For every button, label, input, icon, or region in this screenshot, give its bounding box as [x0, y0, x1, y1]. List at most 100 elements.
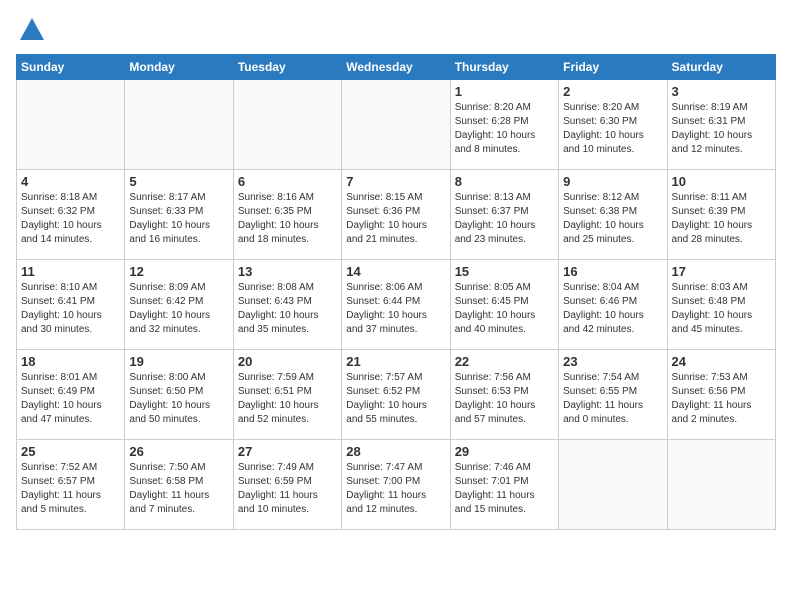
calendar-cell: 28 Sunrise: 7:47 AM Sunset: 7:00 PM Dayli…: [342, 440, 450, 530]
calendar-cell: 26 Sunrise: 7:50 AM Sunset: 6:58 PM Dayli…: [125, 440, 233, 530]
day-number: 3: [672, 84, 771, 99]
week-row-3: 18 Sunrise: 8:01 AM Sunset: 6:49 PM Dayli…: [17, 350, 776, 440]
day-number: 11: [21, 264, 120, 279]
calendar-table: SundayMondayTuesdayWednesdayThursdayFrid…: [16, 54, 776, 530]
day-number: 24: [672, 354, 771, 369]
day-number: 2: [563, 84, 662, 99]
week-row-0: 1 Sunrise: 8:20 AM Sunset: 6:28 PM Daylig…: [17, 80, 776, 170]
header: [16, 16, 776, 44]
day-number: 19: [129, 354, 228, 369]
day-number: 28: [346, 444, 445, 459]
day-info: Sunrise: 8:00 AM Sunset: 6:50 PM Dayligh…: [129, 371, 228, 427]
day-number: 15: [455, 264, 554, 279]
day-number: 7: [346, 174, 445, 189]
day-info: Sunrise: 7:47 AM Sunset: 7:00 PM Dayligh…: [346, 461, 445, 517]
calendar-cell: 24 Sunrise: 7:53 AM Sunset: 6:56 PM Dayli…: [667, 350, 775, 440]
day-info: Sunrise: 8:09 AM Sunset: 6:42 PM Dayligh…: [129, 281, 228, 337]
calendar-cell: [17, 80, 125, 170]
day-number: 17: [672, 264, 771, 279]
day-info: Sunrise: 8:03 AM Sunset: 6:48 PM Dayligh…: [672, 281, 771, 337]
day-info: Sunrise: 8:20 AM Sunset: 6:30 PM Dayligh…: [563, 101, 662, 157]
day-number: 26: [129, 444, 228, 459]
week-row-1: 4 Sunrise: 8:18 AM Sunset: 6:32 PM Daylig…: [17, 170, 776, 260]
day-number: 10: [672, 174, 771, 189]
day-info: Sunrise: 8:20 AM Sunset: 6:28 PM Dayligh…: [455, 101, 554, 157]
day-info: Sunrise: 8:16 AM Sunset: 6:35 PM Dayligh…: [238, 191, 337, 247]
day-number: 22: [455, 354, 554, 369]
day-number: 18: [21, 354, 120, 369]
day-number: 12: [129, 264, 228, 279]
calendar-cell: 29 Sunrise: 7:46 AM Sunset: 7:01 PM Dayli…: [450, 440, 558, 530]
calendar-cell: 20 Sunrise: 7:59 AM Sunset: 6:51 PM Dayli…: [233, 350, 341, 440]
day-info: Sunrise: 7:56 AM Sunset: 6:53 PM Dayligh…: [455, 371, 554, 427]
day-info: Sunrise: 8:13 AM Sunset: 6:37 PM Dayligh…: [455, 191, 554, 247]
calendar-cell: 13Sunrise: 8:08 AM Sunset: 6:43 PM Dayli…: [233, 260, 341, 350]
day-number: 14: [346, 264, 445, 279]
weekday-header-friday: Friday: [559, 55, 667, 80]
day-info: Sunrise: 7:50 AM Sunset: 6:58 PM Dayligh…: [129, 461, 228, 517]
calendar-cell: 9 Sunrise: 8:12 AM Sunset: 6:38 PM Daylig…: [559, 170, 667, 260]
day-info: Sunrise: 8:15 AM Sunset: 6:36 PM Dayligh…: [346, 191, 445, 247]
calendar-cell: [233, 80, 341, 170]
day-number: 5: [129, 174, 228, 189]
day-info: Sunrise: 8:05 AM Sunset: 6:45 PM Dayligh…: [455, 281, 554, 337]
day-info: Sunrise: 8:12 AM Sunset: 6:38 PM Dayligh…: [563, 191, 662, 247]
calendar-cell: [125, 80, 233, 170]
day-number: 1: [455, 84, 554, 99]
calendar-cell: 27Sunrise: 7:49 AM Sunset: 6:59 PM Dayli…: [233, 440, 341, 530]
day-number: 23: [563, 354, 662, 369]
day-info: Sunrise: 8:17 AM Sunset: 6:33 PM Dayligh…: [129, 191, 228, 247]
day-info: Sunrise: 8:01 AM Sunset: 6:49 PM Dayligh…: [21, 371, 120, 427]
day-number: 9: [563, 174, 662, 189]
day-number: 4: [21, 174, 120, 189]
calendar-cell: 1 Sunrise: 8:20 AM Sunset: 6:28 PM Daylig…: [450, 80, 558, 170]
logo-icon: [18, 16, 46, 44]
day-info: Sunrise: 8:04 AM Sunset: 6:46 PM Dayligh…: [563, 281, 662, 337]
calendar-cell: 6 Sunrise: 8:16 AM Sunset: 6:35 PM Daylig…: [233, 170, 341, 260]
weekday-header-wednesday: Wednesday: [342, 55, 450, 80]
day-number: 8: [455, 174, 554, 189]
weekday-header-tuesday: Tuesday: [233, 55, 341, 80]
calendar-cell: 5 Sunrise: 8:17 AM Sunset: 6:33 PM Daylig…: [125, 170, 233, 260]
day-number: 25: [21, 444, 120, 459]
calendar-cell: 23 Sunrise: 7:54 AM Sunset: 6:55 PM Dayli…: [559, 350, 667, 440]
calendar-cell: 12 Sunrise: 8:09 AM Sunset: 6:42 PM Dayli…: [125, 260, 233, 350]
day-info: Sunrise: 7:53 AM Sunset: 6:56 PM Dayligh…: [672, 371, 771, 427]
calendar-cell: 3 Sunrise: 8:19 AM Sunset: 6:31 PM Daylig…: [667, 80, 775, 170]
logo: [16, 16, 46, 44]
weekday-header-thursday: Thursday: [450, 55, 558, 80]
weekday-header-monday: Monday: [125, 55, 233, 80]
calendar-cell: 2 Sunrise: 8:20 AM Sunset: 6:30 PM Daylig…: [559, 80, 667, 170]
calendar-cell: [559, 440, 667, 530]
calendar-cell: 14Sunrise: 8:06 AM Sunset: 6:44 PM Dayli…: [342, 260, 450, 350]
weekday-header-sunday: Sunday: [17, 55, 125, 80]
calendar-cell: 18 Sunrise: 8:01 AM Sunset: 6:49 PM Dayli…: [17, 350, 125, 440]
calendar-cell: 17 Sunrise: 8:03 AM Sunset: 6:48 PM Dayli…: [667, 260, 775, 350]
day-info: Sunrise: 8:19 AM Sunset: 6:31 PM Dayligh…: [672, 101, 771, 157]
week-row-4: 25Sunrise: 7:52 AM Sunset: 6:57 PM Dayli…: [17, 440, 776, 530]
week-row-2: 11 Sunrise: 8:10 AM Sunset: 6:41 PM Dayli…: [17, 260, 776, 350]
calendar-cell: [342, 80, 450, 170]
calendar-cell: [667, 440, 775, 530]
day-number: 20: [238, 354, 337, 369]
day-info: Sunrise: 8:18 AM Sunset: 6:32 PM Dayligh…: [21, 191, 120, 247]
day-number: 21: [346, 354, 445, 369]
day-info: Sunrise: 7:59 AM Sunset: 6:51 PM Dayligh…: [238, 371, 337, 427]
day-number: 16: [563, 264, 662, 279]
day-number: 6: [238, 174, 337, 189]
day-info: Sunrise: 7:57 AM Sunset: 6:52 PM Dayligh…: [346, 371, 445, 427]
weekday-header-row: SundayMondayTuesdayWednesdayThursdayFrid…: [17, 55, 776, 80]
day-number: 13: [238, 264, 337, 279]
calendar-cell: 22 Sunrise: 7:56 AM Sunset: 6:53 PM Dayli…: [450, 350, 558, 440]
day-info: Sunrise: 7:46 AM Sunset: 7:01 PM Dayligh…: [455, 461, 554, 517]
day-info: Sunrise: 8:10 AM Sunset: 6:41 PM Dayligh…: [21, 281, 120, 337]
calendar-cell: 21 Sunrise: 7:57 AM Sunset: 6:52 PM Dayli…: [342, 350, 450, 440]
weekday-header-saturday: Saturday: [667, 55, 775, 80]
day-info: Sunrise: 7:54 AM Sunset: 6:55 PM Dayligh…: [563, 371, 662, 427]
calendar-cell: 16 Sunrise: 8:04 AM Sunset: 6:46 PM Dayli…: [559, 260, 667, 350]
calendar-cell: 10 Sunrise: 8:11 AM Sunset: 6:39 PM Dayli…: [667, 170, 775, 260]
day-info: Sunrise: 8:11 AM Sunset: 6:39 PM Dayligh…: [672, 191, 771, 247]
day-number: 29: [455, 444, 554, 459]
calendar-cell: 7 Sunrise: 8:15 AM Sunset: 6:36 PM Daylig…: [342, 170, 450, 260]
calendar-cell: 8 Sunrise: 8:13 AM Sunset: 6:37 PM Daylig…: [450, 170, 558, 260]
